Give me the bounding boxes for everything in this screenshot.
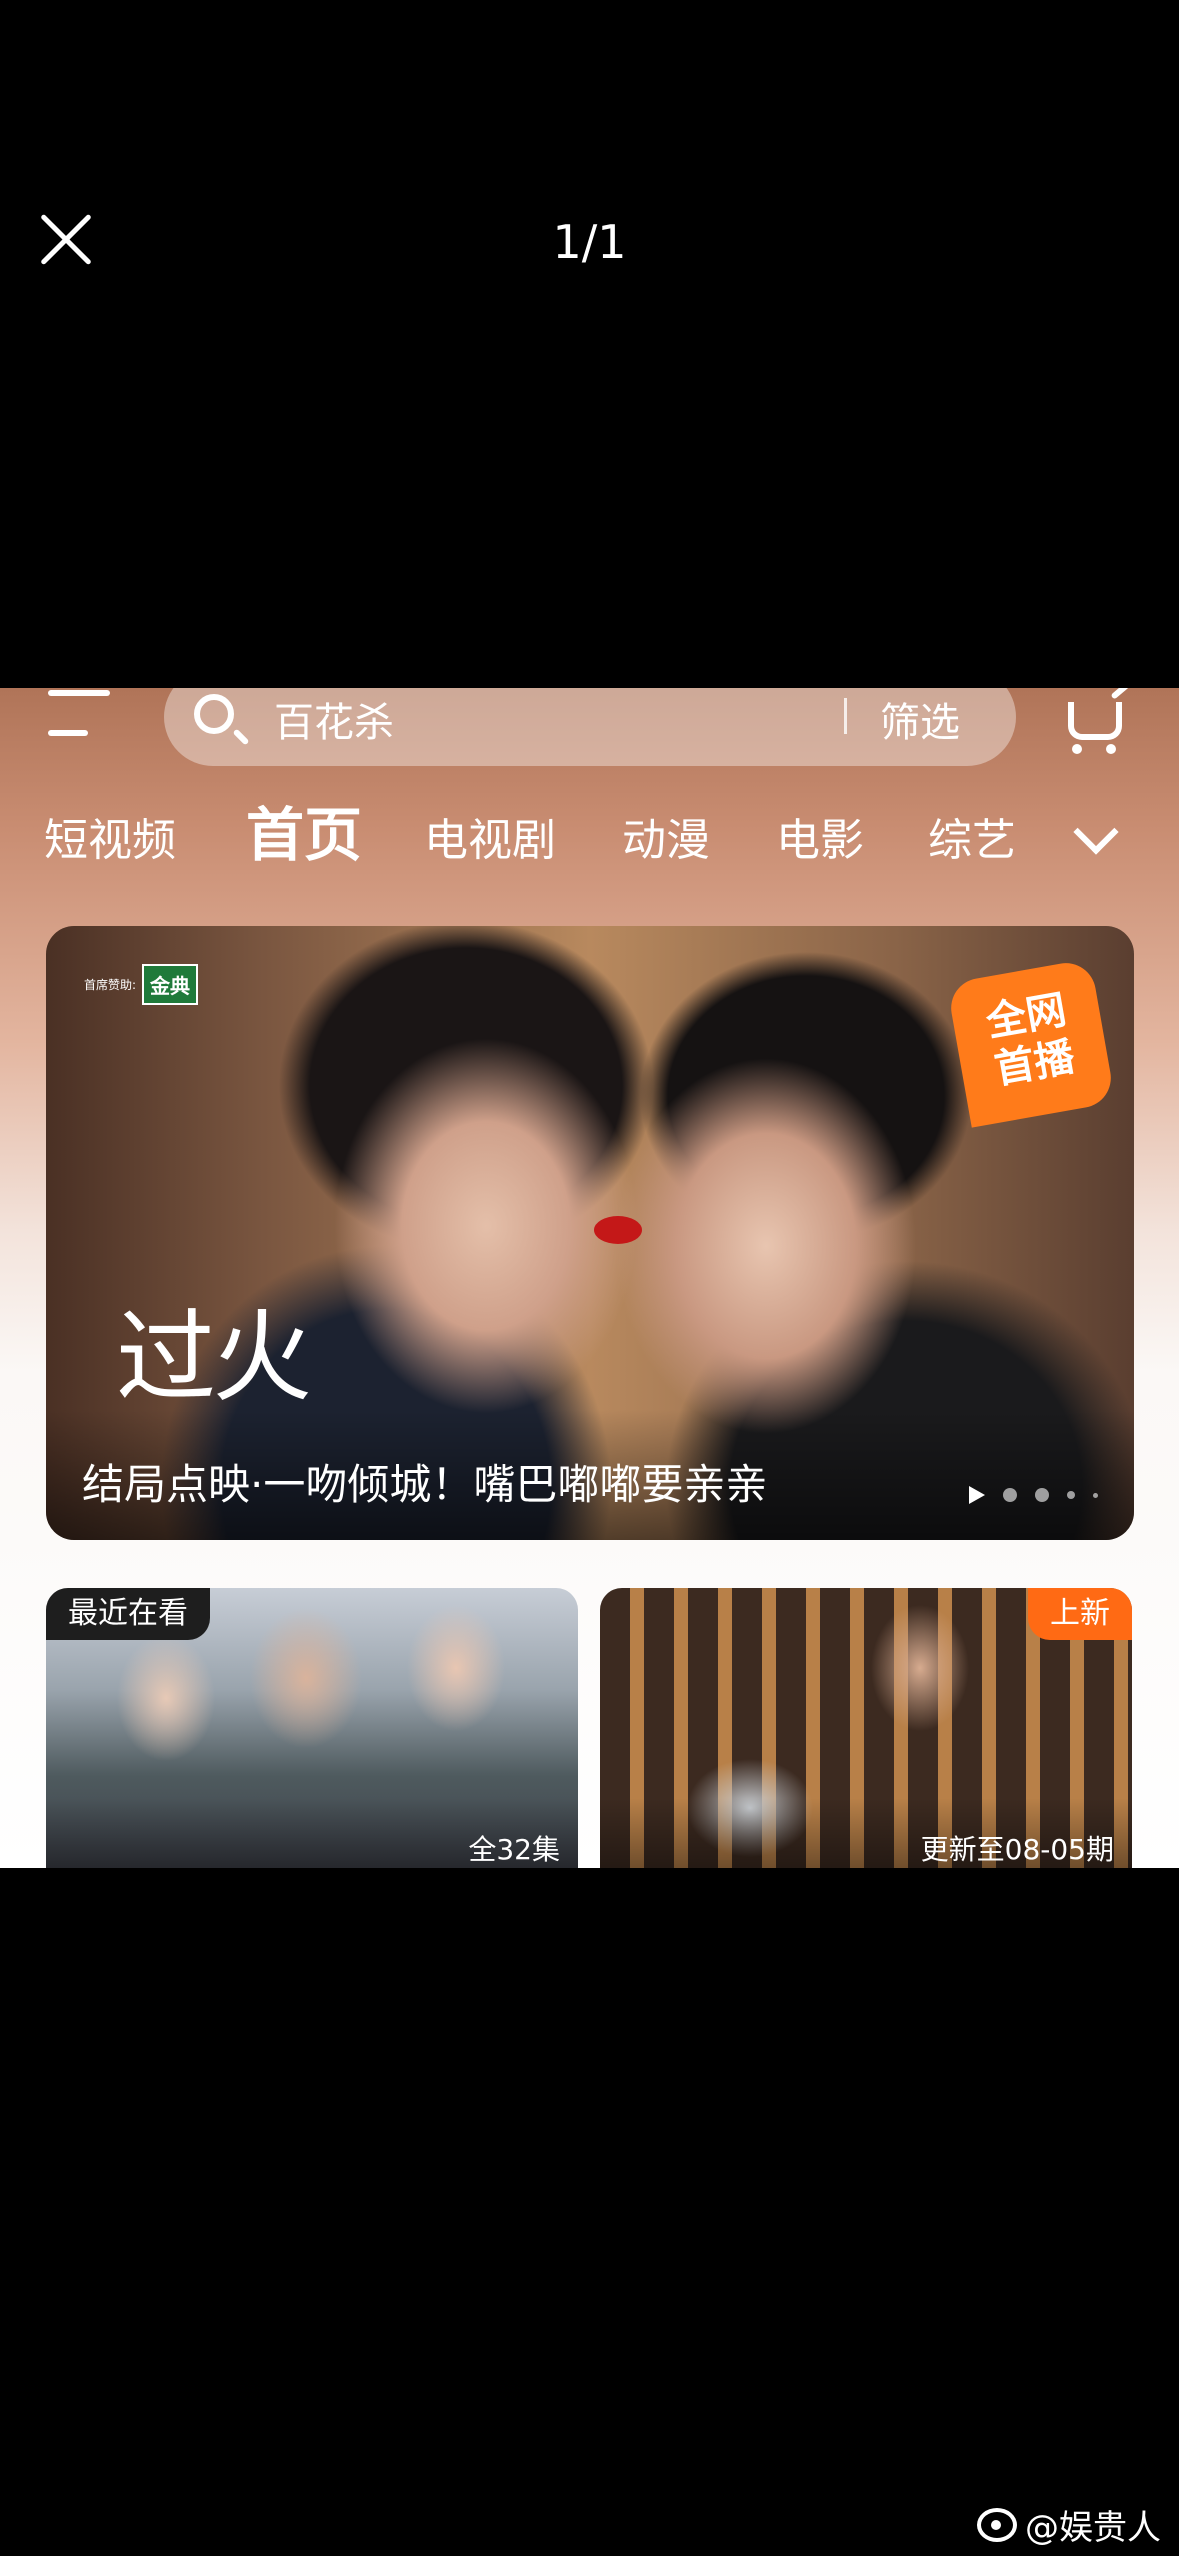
cart-icon[interactable] bbox=[1060, 688, 1130, 756]
menu-icon[interactable] bbox=[48, 688, 112, 740]
tab-variety[interactable]: 综艺 bbox=[928, 806, 1016, 876]
recent-watch-card[interactable]: 最近在看 全32集 bbox=[46, 1588, 578, 1868]
watermark: @娱贵人 bbox=[977, 2500, 1161, 2549]
tab-home[interactable]: 首页 bbox=[246, 800, 362, 870]
update-status: 更新至08-05期 bbox=[920, 1833, 1114, 1866]
banner-caption: 结局点映·一吻倾城！嘴巴嘟嘟要亲亲 bbox=[82, 1460, 768, 1509]
show-logo: 过火 bbox=[116, 1299, 312, 1416]
sponsor-badge: 首席赞助: 金典 bbox=[84, 964, 199, 1005]
watermark-text: @娱贵人 bbox=[1025, 2508, 1161, 2548]
banner-caption-bar: 结局点映·一吻倾城！嘴巴嘟嘟要亲亲 bbox=[46, 1410, 1134, 1540]
carousel-dot[interactable] bbox=[1035, 1488, 1049, 1502]
tab-short-video[interactable]: 短视频 bbox=[44, 806, 176, 876]
sponsor-text: 首席赞助: bbox=[84, 978, 137, 992]
recent-watch-tag: 最近在看 bbox=[46, 1588, 210, 1640]
tab-tv-series[interactable]: 电视剧 bbox=[424, 806, 556, 876]
tab-movies[interactable]: 电影 bbox=[776, 806, 864, 876]
embedded-screenshot: 百花杀 筛选 短视频 首页 电视剧 动漫 电影 综艺 首席赞助: 金典 过火 全… bbox=[0, 688, 1179, 1868]
hero-banner[interactable]: 首席赞助: 金典 过火 全网 首播 结局点映·一吻倾城！嘴巴嘟嘟要亲亲 bbox=[46, 926, 1134, 1540]
tab-anime[interactable]: 动漫 bbox=[622, 806, 710, 876]
carousel-dot[interactable] bbox=[1003, 1488, 1017, 1502]
new-tag: 上新 bbox=[1028, 1588, 1132, 1640]
chevron-down-icon[interactable] bbox=[1070, 814, 1120, 864]
carousel-indicator[interactable] bbox=[969, 1486, 1098, 1504]
search-icon bbox=[194, 694, 234, 734]
search-input[interactable]: 百花杀 bbox=[274, 690, 394, 748]
sponsor-logo: 金典 bbox=[142, 964, 199, 1005]
carousel-dot[interactable] bbox=[1067, 1491, 1075, 1499]
premiere-badge: 全网 首播 bbox=[946, 958, 1116, 1128]
weibo-icon bbox=[977, 2507, 1017, 2542]
filter-button[interactable]: 筛选 bbox=[880, 690, 960, 748]
search-divider bbox=[844, 698, 847, 734]
carousel-dot[interactable] bbox=[1093, 1492, 1098, 1498]
carousel-dot-active[interactable] bbox=[969, 1486, 985, 1504]
banner-image-detail bbox=[594, 1216, 642, 1244]
page-counter: 1/1 bbox=[552, 215, 627, 269]
search-bar[interactable]: 百花杀 筛选 bbox=[164, 688, 1016, 766]
new-release-card[interactable]: 上新 更新至08-05期 bbox=[600, 1588, 1132, 1868]
episode-count: 全32集 bbox=[468, 1833, 560, 1866]
